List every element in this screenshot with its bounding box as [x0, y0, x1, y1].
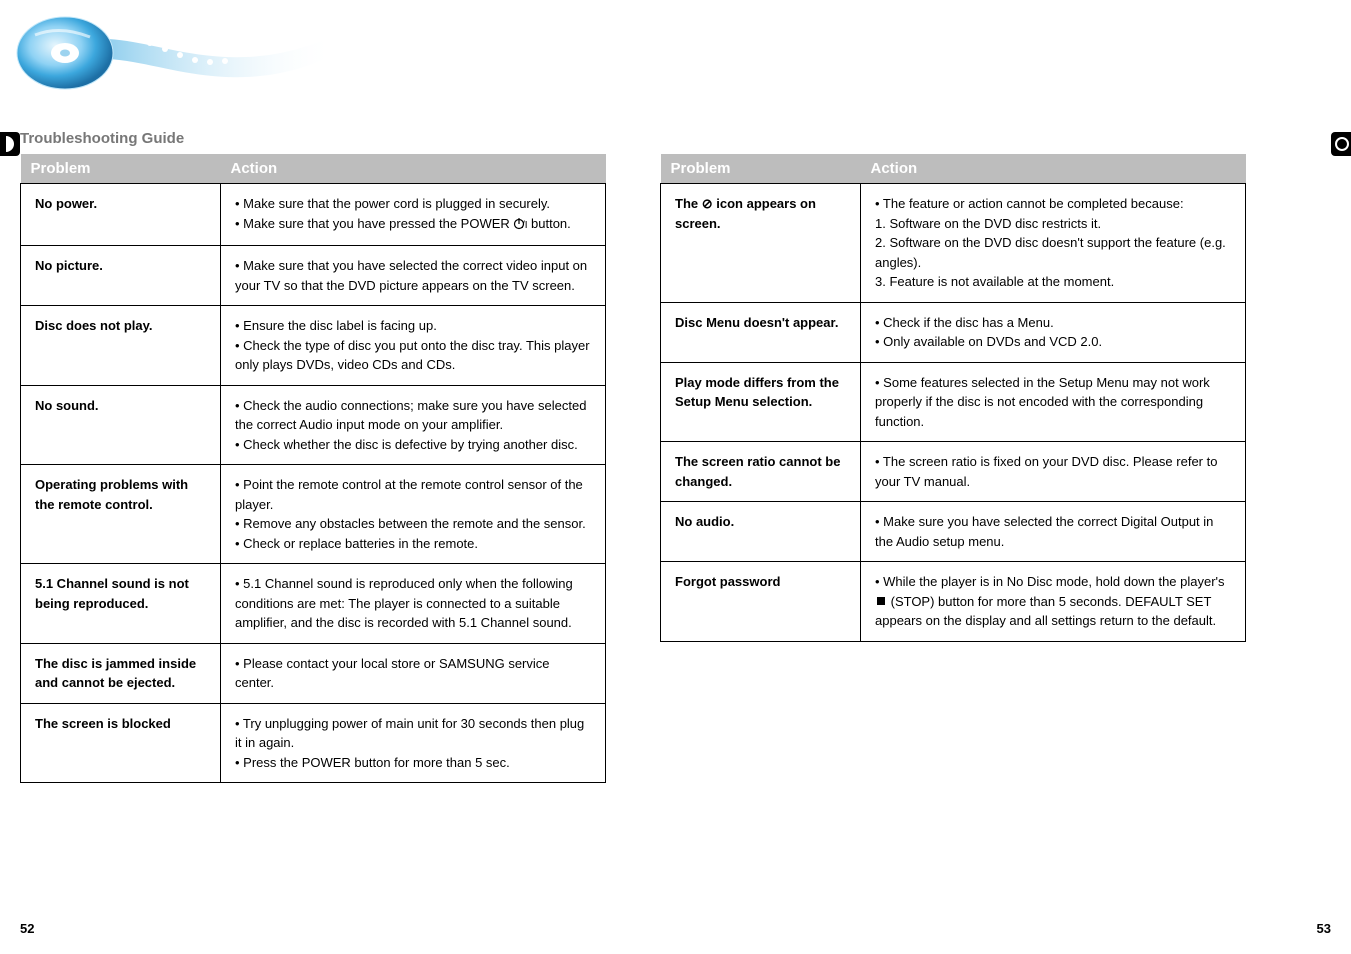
table-row: Disc does not play.• Ensure the disc lab… — [21, 306, 606, 386]
action-cell: • Some features selected in the Setup Me… — [861, 362, 1246, 442]
problem-cell: Disc Menu doesn't appear. — [661, 302, 861, 362]
action-cell: • The feature or action cannot be comple… — [861, 184, 1246, 303]
table-row: The ⊘ icon appears on screen.• The featu… — [661, 184, 1246, 303]
left-page: Troubleshooting Guide Problem Action No … — [20, 130, 606, 783]
table-row: Play mode differs from the Setup Menu se… — [661, 362, 1246, 442]
page-title: Troubleshooting Guide — [20, 130, 606, 148]
action-cell: • Make sure that the power cord is plugg… — [221, 184, 606, 246]
page-number-left: 52 — [20, 921, 34, 936]
table-row: The disc is jammed inside and cannot be … — [21, 643, 606, 703]
table-row: No audio.• Make sure you have selected t… — [661, 502, 1246, 562]
table-row: The screen is blocked• Try unplugging po… — [21, 703, 606, 783]
action-cell: • Point the remote control at the remote… — [221, 465, 606, 564]
problem-cell: The screen is blocked — [21, 703, 221, 783]
action-cell: • Check the audio connections; make sure… — [221, 385, 606, 465]
action-cell: • Ensure the disc label is facing up.• C… — [221, 306, 606, 386]
problem-cell: The disc is jammed inside and cannot be … — [21, 643, 221, 703]
side-tab-right — [1331, 132, 1351, 156]
side-tab-left — [0, 132, 20, 156]
troubleshoot-table-right: Problem Action The ⊘ icon appears on scr… — [660, 154, 1246, 642]
action-cell: • The screen ratio is fixed on your DVD … — [861, 442, 1246, 502]
problem-cell: No picture. — [21, 246, 221, 306]
table-row: No sound.• Check the audio connections; … — [21, 385, 606, 465]
action-cell: • Make sure you have selected the correc… — [861, 502, 1246, 562]
problem-cell: Play mode differs from the Setup Menu se… — [661, 362, 861, 442]
page-title-right — [660, 130, 1246, 148]
table-row: The screen ratio cannot be changed.• The… — [661, 442, 1246, 502]
table-row: Forgot password• While the player is in … — [661, 562, 1246, 642]
th-problem: Problem — [21, 154, 221, 184]
action-cell: • 5.1 Channel sound is reproduced only w… — [221, 564, 606, 644]
power-icon: /I — [513, 216, 527, 236]
problem-cell: No audio. — [661, 502, 861, 562]
problem-cell: 5.1 Channel sound is not being reproduce… — [21, 564, 221, 644]
th-problem: Problem — [661, 154, 861, 184]
problem-cell: The screen ratio cannot be changed. — [661, 442, 861, 502]
page-number-right: 53 — [1317, 921, 1331, 936]
dvd-film-logo — [5, 5, 345, 95]
table-row: No picture.• Make sure that you have sel… — [21, 246, 606, 306]
action-cell: • Try unplugging power of main unit for … — [221, 703, 606, 783]
problem-cell: No power. — [21, 184, 221, 246]
problem-cell: Operating problems with the remote contr… — [21, 465, 221, 564]
table-row: Operating problems with the remote contr… — [21, 465, 606, 564]
problem-cell: Disc does not play. — [21, 306, 221, 386]
problem-cell: Forgot password — [661, 562, 861, 642]
action-cell: • While the player is in No Disc mode, h… — [861, 562, 1246, 642]
stop-icon — [877, 597, 885, 605]
troubleshoot-table-left: Problem Action No power.• Make sure that… — [20, 154, 606, 783]
problem-cell: No sound. — [21, 385, 221, 465]
table-row: Disc Menu doesn't appear.• Check if the … — [661, 302, 1246, 362]
th-action: Action — [221, 154, 606, 184]
right-page: Problem Action The ⊘ icon appears on scr… — [660, 130, 1246, 642]
prohibit-icon: ⊘ — [702, 196, 713, 211]
table-row: 5.1 Channel sound is not being reproduce… — [21, 564, 606, 644]
th-action: Action — [861, 154, 1246, 184]
action-cell: • Check if the disc has a Menu.• Only av… — [861, 302, 1246, 362]
table-row: No power.• Make sure that the power cord… — [21, 184, 606, 246]
problem-cell: The ⊘ icon appears on screen. — [661, 184, 861, 303]
svg-text:/I: /I — [522, 220, 527, 230]
action-cell: • Make sure that you have selected the c… — [221, 246, 606, 306]
action-cell: • Please contact your local store or SAM… — [221, 643, 606, 703]
